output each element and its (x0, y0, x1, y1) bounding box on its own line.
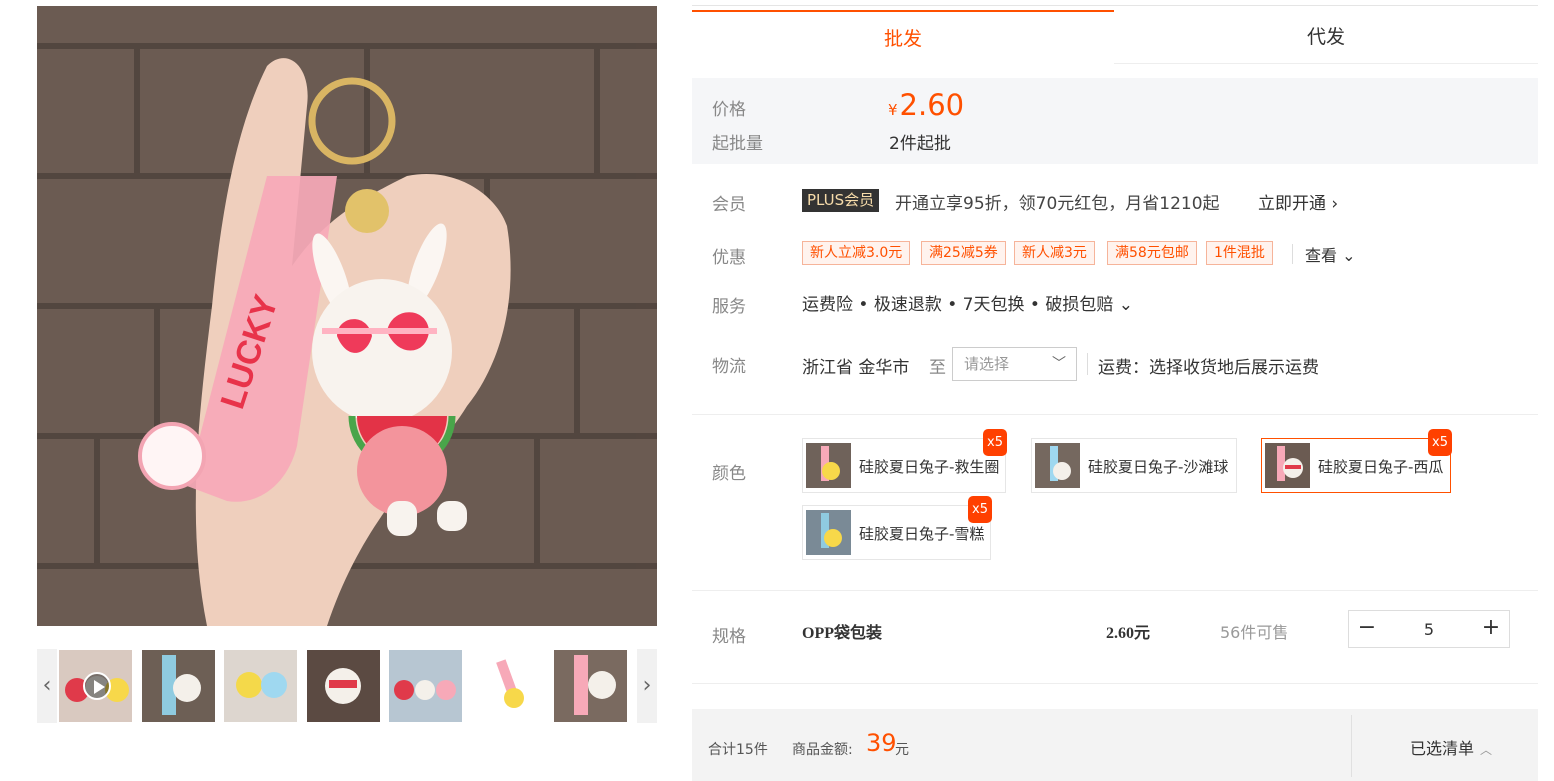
amount-label: 商品金额: (792, 742, 853, 758)
main-product-image[interactable]: LUCKY (37, 6, 657, 626)
open-membership-link[interactable]: 立即开通 › (1258, 189, 1338, 214)
color-swatch-image (1265, 443, 1310, 488)
thumbnail-3[interactable] (224, 650, 297, 722)
color-option-name: 硅胶夏日兔子-雪糕 (859, 525, 985, 543)
moq-value: 2件起批 (889, 134, 951, 154)
plus-icon[interactable]: + (1473, 611, 1509, 647)
chevron-up-icon: ︿ (1480, 743, 1493, 757)
selected-list-label: 已选清单 (1410, 739, 1475, 758)
quantity-input[interactable] (1389, 614, 1469, 644)
promo-label: 优惠 (712, 248, 746, 268)
thumbnail-2[interactable] (142, 650, 215, 722)
service-label: 服务 (712, 297, 746, 317)
logistics-divider (1087, 353, 1088, 375)
total-count: 合计15件 (708, 742, 768, 758)
promo-divider (1292, 244, 1293, 264)
section-divider (692, 590, 1538, 591)
color-option-lifebuoy[interactable]: 硅胶夏日兔子-救生圈 x5 (802, 429, 1007, 493)
plus-member-text: 开通立享95折，领70元红包，月省1210起 (895, 194, 1220, 214)
thumbnail-strip: ‹ › (37, 649, 657, 723)
destination-select[interactable]: 请选择 ﹀ (952, 347, 1077, 381)
price-value: ¥2.60 (888, 88, 964, 122)
spec-name: OPP袋包装 (802, 625, 882, 642)
summary-divider (1351, 715, 1352, 777)
amount-unit: 元 (895, 742, 909, 758)
thumbnail-5[interactable] (389, 650, 462, 722)
thumbnail-7[interactable] (554, 650, 627, 722)
moq-label: 起批量 (712, 134, 763, 154)
ship-origin: 浙江省 金华市 (802, 358, 910, 378)
qty-badge: x5 (983, 429, 1007, 456)
ship-to-label: 至 (929, 358, 946, 378)
thumb-prev-icon[interactable]: ‹ (37, 649, 57, 723)
total-amount: 39 (866, 729, 897, 757)
price-amount: 2.60 (899, 88, 965, 122)
top-divider (692, 5, 1538, 6)
color-swatch-image (806, 510, 851, 555)
tab-dropship[interactable]: 代发 (1114, 10, 1538, 64)
color-swatch-image (1035, 443, 1080, 488)
spec-price: 2.60元 (1106, 625, 1151, 642)
order-summary-bar: 合计15件 商品金额: 39 元 已选清单 ︿ (692, 709, 1538, 781)
shipping-fee-text: 运费：选择收货地后展示运费 (1098, 358, 1319, 378)
thumb-next-icon[interactable]: › (637, 649, 657, 723)
spec-label: 规格 (712, 627, 746, 647)
tab-wholesale[interactable]: 批发 (692, 10, 1114, 64)
chevron-down-icon: ﹀ (1052, 356, 1066, 372)
view-promos-link[interactable]: 查看 ⌄ (1305, 242, 1356, 266)
product-photo: LUCKY (37, 6, 657, 626)
thumbnail-4[interactable] (307, 650, 380, 722)
color-option-beachball[interactable]: 硅胶夏日兔子-沙滩球 (1031, 438, 1237, 493)
section-divider (692, 414, 1538, 415)
color-option-name: 硅胶夏日兔子-沙滩球 (1088, 458, 1229, 476)
color-label: 颜色 (712, 464, 746, 484)
price-panel: 价格 ¥2.60 起批量 2件起批 (692, 78, 1538, 164)
destination-placeholder: 请选择 (964, 355, 1010, 373)
section-divider (692, 683, 1538, 684)
color-option-name: 硅胶夏日兔子-救生圈 (859, 458, 1000, 476)
logistics-label: 物流 (712, 357, 746, 377)
minus-icon[interactable]: − (1349, 611, 1385, 647)
coupon-tag[interactable]: 新人减3元 (1014, 241, 1095, 265)
coupon-tag[interactable]: 满58元包邮 (1107, 241, 1197, 265)
color-option-name: 硅胶夏日兔子-西瓜 (1318, 458, 1444, 476)
currency-symbol: ¥ (888, 101, 898, 119)
thumbnail-video[interactable] (59, 650, 132, 722)
color-option-icecream[interactable]: 硅胶夏日兔子-雪糕 x5 (802, 496, 992, 560)
color-swatch-image (806, 443, 851, 488)
coupon-tag[interactable]: 1件混批 (1206, 241, 1273, 265)
selected-list-toggle[interactable]: 已选清单 ︿ (1410, 735, 1492, 759)
stock-count: 56件可售 (1220, 623, 1289, 642)
member-label: 会员 (712, 195, 746, 215)
plus-member-badge: PLUS会员 (802, 189, 880, 212)
price-label: 价格 (712, 100, 746, 120)
qty-badge: x5 (1428, 429, 1452, 456)
coupon-tag[interactable]: 新人立减3.0元 (802, 241, 911, 265)
qty-badge: x5 (968, 496, 992, 523)
coupon-tag[interactable]: 满25减5券 (921, 241, 1006, 265)
thumbnail-6[interactable] (472, 650, 545, 722)
color-option-watermelon[interactable]: 硅胶夏日兔子-西瓜 x5 (1261, 429, 1452, 493)
quantity-stepper: − + (1348, 610, 1510, 648)
play-icon (83, 672, 111, 700)
service-list[interactable]: 运费险 • 极速退款 • 7天包换 • 破损包赔 ⌄ (802, 290, 1133, 315)
